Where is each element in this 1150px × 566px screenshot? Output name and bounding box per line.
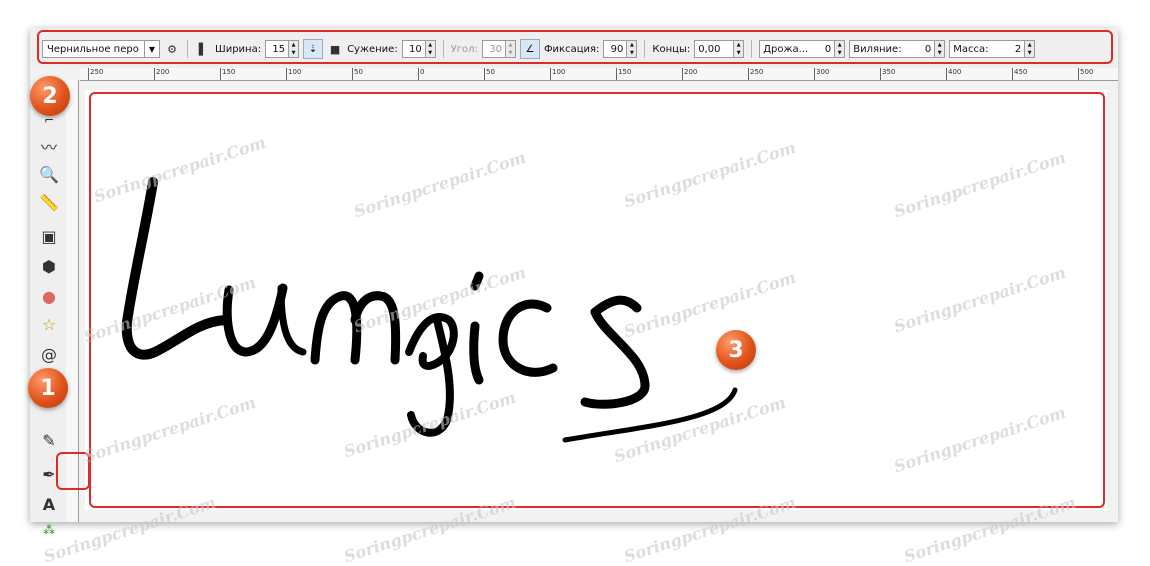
ruler-tick bbox=[550, 68, 551, 80]
ruler-label: 300 bbox=[816, 68, 830, 76]
ruler-tick bbox=[418, 68, 419, 80]
ruler-tick bbox=[352, 68, 353, 80]
ruler-label: 500 bbox=[1080, 68, 1094, 76]
ruler-label: 200 bbox=[684, 68, 698, 76]
ruler-tick bbox=[748, 68, 749, 80]
ruler-tick bbox=[946, 68, 947, 80]
ruler-label: 50 bbox=[354, 68, 363, 76]
ruler-tick bbox=[616, 68, 617, 80]
ruler-tick bbox=[1012, 68, 1013, 80]
spray-icon[interactable]: ⁂ bbox=[39, 520, 59, 540]
ruler-label: 100 bbox=[288, 68, 302, 76]
star-icon[interactable]: ☆ bbox=[39, 314, 59, 334]
ruler-tick bbox=[814, 68, 815, 80]
inkscape-window: Чернильное перо ▼ ⚙ ▌ Ширина: 15 ▲ ▼ ⇣ ■ … bbox=[30, 28, 1118, 537]
ruler-label: 250 bbox=[750, 68, 764, 76]
text-icon[interactable]: A bbox=[39, 494, 59, 514]
tool-controls-bar: Чернильное перо ▼ ⚙ ▌ Ширина: 15 ▲ ▼ ⇣ ■ … bbox=[30, 28, 1118, 68]
ruler-label: 350 bbox=[882, 68, 896, 76]
step-badge-2: 2 bbox=[30, 76, 70, 116]
ruler-label: 400 bbox=[948, 68, 962, 76]
rect-icon[interactable]: ▣ bbox=[39, 226, 59, 246]
spiral-icon[interactable]: @ bbox=[39, 344, 59, 364]
ruler-tick bbox=[682, 68, 683, 80]
step-badge-1: 1 bbox=[28, 368, 68, 408]
ruler-label: 50 bbox=[486, 68, 495, 76]
ruler-label: 450 bbox=[1014, 68, 1028, 76]
horizontal-ruler[interactable]: 250 200 150 100 50 0 50 100 150 200 250 300 350 400 45… bbox=[80, 68, 1118, 81]
measure-icon[interactable]: 📏 bbox=[39, 192, 59, 212]
ruler-label: 100 bbox=[552, 68, 566, 76]
canvas-highlight bbox=[89, 92, 1105, 508]
pencil-icon[interactable]: ✎ bbox=[39, 430, 59, 450]
tweak-icon[interactable]: 〰 bbox=[39, 136, 59, 157]
toolbar-highlight bbox=[37, 30, 1113, 64]
ruler-label: 0 bbox=[420, 68, 425, 76]
ruler-tick bbox=[154, 68, 155, 80]
ruler-tick bbox=[88, 68, 89, 80]
box3d-icon[interactable]: ⬢ bbox=[39, 256, 59, 276]
ruler-label: 150 bbox=[618, 68, 632, 76]
ruler-tick bbox=[286, 68, 287, 80]
calligraphy-tool-highlight bbox=[56, 452, 90, 490]
ruler-label: 250 bbox=[90, 68, 104, 76]
ruler-tick bbox=[880, 68, 881, 80]
step-badge-3: 3 bbox=[716, 330, 756, 370]
ruler-label: 150 bbox=[222, 68, 236, 76]
ruler-label: 200 bbox=[156, 68, 170, 76]
zoom-icon[interactable]: 🔍 bbox=[39, 164, 59, 184]
ruler-tick bbox=[220, 68, 221, 80]
ruler-tick bbox=[1078, 68, 1079, 80]
ellipse-icon[interactable]: ● bbox=[39, 286, 59, 306]
ruler-tick bbox=[484, 68, 485, 80]
